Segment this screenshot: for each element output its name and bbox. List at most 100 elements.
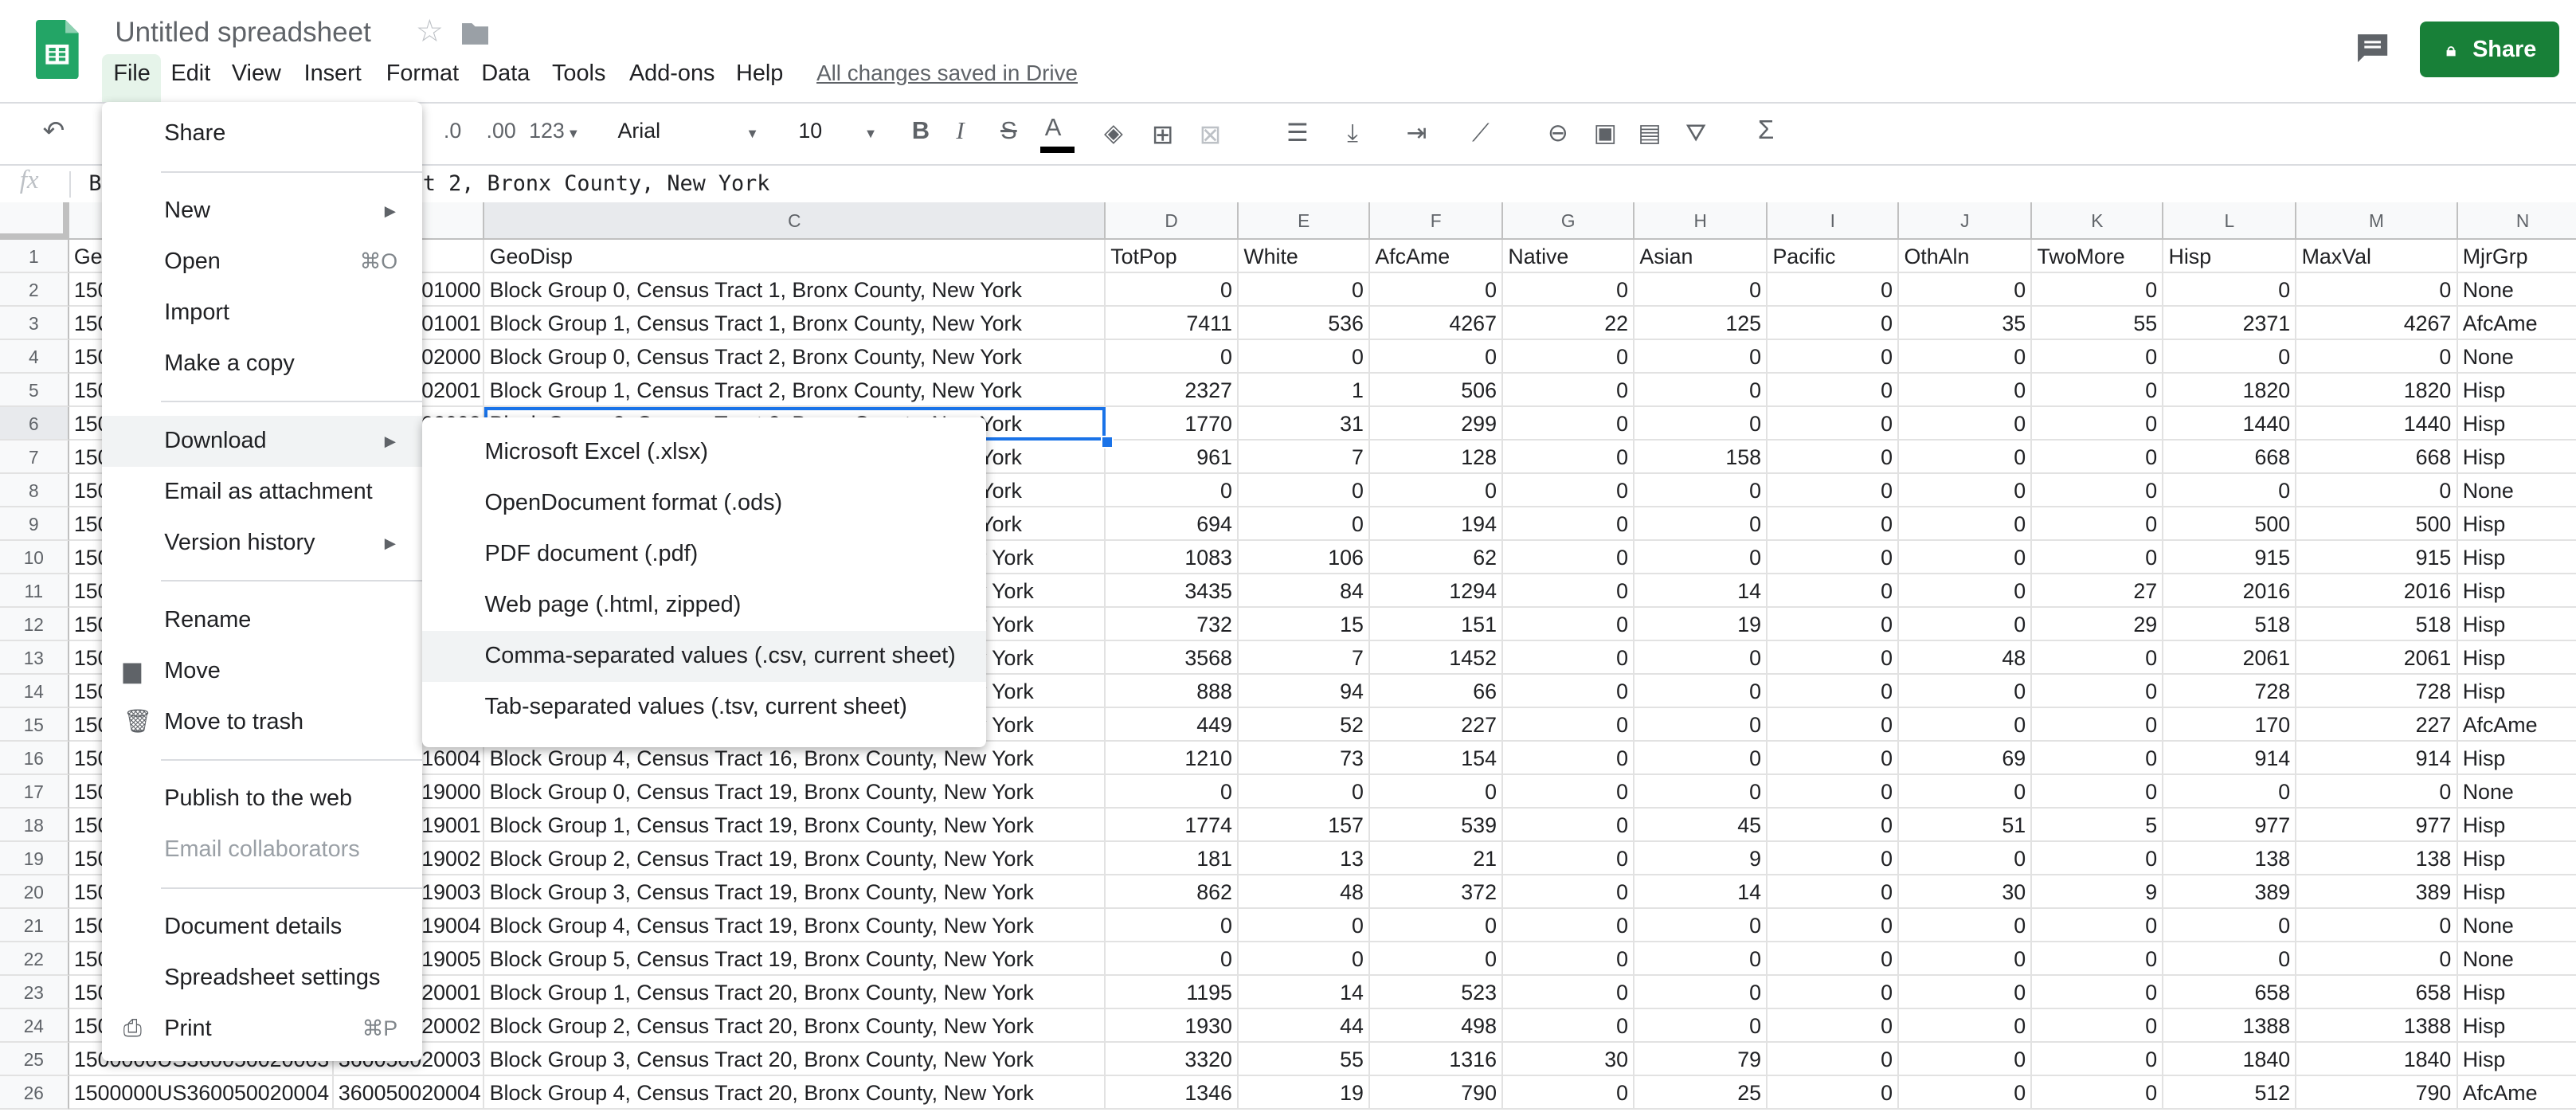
cell-h9[interactable]: 0	[1634, 507, 1768, 542]
row-header[interactable]: 4	[0, 340, 69, 374]
cell-d5[interactable]: 2327	[1106, 374, 1239, 408]
menu-addons[interactable]: Add-ons	[629, 61, 715, 87]
cell-j7[interactable]: 0	[1899, 441, 2033, 475]
cell-g21[interactable]: 0	[1503, 908, 1635, 942]
cell-f23[interactable]: 523	[1370, 975, 1504, 1009]
cell-f14[interactable]: 66	[1370, 675, 1504, 708]
cell-g4[interactable]: 0	[1503, 340, 1635, 374]
cell-g8[interactable]: 0	[1503, 474, 1635, 508]
cell-h8[interactable]: 0	[1634, 474, 1768, 508]
row-header[interactable]: 10	[0, 541, 69, 575]
cell-d4[interactable]: 0	[1106, 340, 1239, 374]
download-option[interactable]: Tab-separated values (.tsv, current shee…	[422, 682, 985, 733]
cell-m25[interactable]: 1840	[2296, 1042, 2458, 1076]
column-header-l[interactable]: L	[2163, 202, 2297, 241]
cell-g9[interactable]: 0	[1503, 507, 1635, 542]
cell-c26[interactable]: Block Group 4, Census Tract 20, Bronx Co…	[484, 1075, 1106, 1110]
cell-d9[interactable]: 694	[1106, 507, 1239, 542]
cell-e8[interactable]: 0	[1239, 474, 1371, 508]
cell-l16[interactable]: 914	[2163, 742, 2297, 775]
document-title[interactable]: Untitled spreadsheet	[115, 17, 370, 49]
cell-m14[interactable]: 728	[2296, 675, 2458, 708]
cell-n23[interactable]: Hisp	[2457, 976, 2576, 1009]
menu-file[interactable]: File	[113, 61, 151, 87]
row-header[interactable]: 19	[0, 841, 69, 875]
file-menu-item-open[interactable]: Open ⌘O	[102, 237, 422, 288]
insert-comment-icon[interactable]: ▣	[1594, 119, 1617, 147]
cell-m24[interactable]: 1388	[2296, 1008, 2458, 1043]
cell-e21[interactable]: 0	[1239, 908, 1371, 942]
cell-e1[interactable]: White	[1239, 240, 1371, 274]
cell-i23[interactable]: 0	[1768, 975, 1900, 1009]
insert-link-icon[interactable]: ⊖	[1548, 119, 1568, 147]
cell-n15[interactable]: AfcAme	[2457, 708, 2576, 742]
cell-k19[interactable]: 0	[2032, 841, 2164, 875]
cell-l2[interactable]: 0	[2163, 273, 2297, 307]
cell-d18[interactable]: 1774	[1106, 808, 1239, 842]
row-header[interactable]: 6	[0, 407, 69, 441]
cell-m10[interactable]: 915	[2296, 541, 2458, 575]
cell-d22[interactable]: 0	[1106, 942, 1239, 976]
cell-f25[interactable]: 1316	[1370, 1042, 1504, 1076]
download-option[interactable]: Microsoft Excel (.xlsx)	[422, 427, 985, 478]
decrease-decimal-button[interactable]: .0	[444, 119, 461, 143]
download-option[interactable]: PDF document (.pdf)	[422, 529, 985, 580]
cell-a26[interactable]: 1500000US360050020004	[69, 1075, 334, 1110]
row-header[interactable]: 13	[0, 641, 69, 676]
cell-c19[interactable]: Block Group 2, Census Tract 19, Bronx Co…	[484, 841, 1106, 875]
cell-n26[interactable]: AfcAme	[2457, 1076, 2576, 1110]
italic-button[interactable]: I	[956, 116, 964, 145]
cell-i9[interactable]: 0	[1768, 507, 1900, 542]
cell-n17[interactable]: None	[2457, 775, 2576, 809]
cell-m1[interactable]: MaxVal	[2296, 240, 2458, 274]
cell-j17[interactable]: 0	[1899, 775, 2033, 809]
menu-edit[interactable]: Edit	[171, 61, 211, 87]
cell-e16[interactable]: 73	[1239, 742, 1371, 775]
cell-j13[interactable]: 48	[1899, 641, 2033, 676]
cell-j2[interactable]: 0	[1899, 273, 2033, 307]
text-color-button[interactable]: A	[1045, 113, 1062, 142]
sheets-logo-icon[interactable]	[36, 19, 79, 79]
cell-j19[interactable]: 0	[1899, 841, 2033, 875]
cell-h7[interactable]: 158	[1634, 441, 1768, 475]
cell-j12[interactable]: 0	[1899, 608, 2033, 642]
cell-d3[interactable]: 7411	[1106, 307, 1239, 341]
increase-decimal-button[interactable]: .00	[487, 119, 516, 143]
cell-l21[interactable]: 0	[2163, 908, 2297, 942]
row-header[interactable]: 21	[0, 908, 69, 942]
cell-k3[interactable]: 55	[2032, 307, 2164, 341]
text-wrap-icon[interactable]: ⇥	[1407, 119, 1427, 147]
cell-e7[interactable]: 7	[1239, 441, 1371, 475]
cell-l22[interactable]: 0	[2163, 942, 2297, 976]
row-header[interactable]: 1	[0, 240, 69, 274]
cell-f16[interactable]: 154	[1370, 742, 1504, 775]
cell-f9[interactable]: 194	[1370, 507, 1504, 542]
cell-g14[interactable]: 0	[1503, 675, 1635, 708]
cell-k8[interactable]: 0	[2032, 474, 2164, 508]
cell-k23[interactable]: 0	[2032, 975, 2164, 1009]
cell-n1[interactable]: MjrGrp	[2457, 240, 2576, 274]
cell-e13[interactable]: 7	[1239, 641, 1371, 676]
cell-g10[interactable]: 0	[1503, 541, 1635, 575]
menu-format[interactable]: Format	[386, 61, 459, 87]
cell-j24[interactable]: 0	[1899, 1008, 2033, 1043]
cell-n2[interactable]: None	[2457, 273, 2576, 307]
cell-k26[interactable]: 0	[2032, 1075, 2164, 1110]
cell-e4[interactable]: 0	[1239, 340, 1371, 374]
menu-help[interactable]: Help	[736, 61, 783, 87]
cell-e12[interactable]: 15	[1239, 608, 1371, 642]
cell-j9[interactable]: 0	[1899, 507, 2033, 542]
cell-d7[interactable]: 961	[1106, 441, 1239, 475]
cell-h6[interactable]: 0	[1634, 407, 1768, 441]
cell-k22[interactable]: 0	[2032, 942, 2164, 976]
cell-c23[interactable]: Block Group 1, Census Tract 20, Bronx Co…	[484, 975, 1106, 1009]
cell-f6[interactable]: 299	[1370, 407, 1504, 441]
row-header[interactable]: 15	[0, 708, 69, 742]
cell-f10[interactable]: 62	[1370, 541, 1504, 575]
cell-g2[interactable]: 0	[1503, 273, 1635, 307]
cell-n14[interactable]: Hisp	[2457, 675, 2576, 708]
column-header-h[interactable]: H	[1634, 202, 1768, 241]
row-header[interactable]: 3	[0, 307, 69, 341]
file-menu-item-make-a-copy[interactable]: Make a copy	[102, 339, 422, 390]
cell-l10[interactable]: 915	[2163, 541, 2297, 575]
